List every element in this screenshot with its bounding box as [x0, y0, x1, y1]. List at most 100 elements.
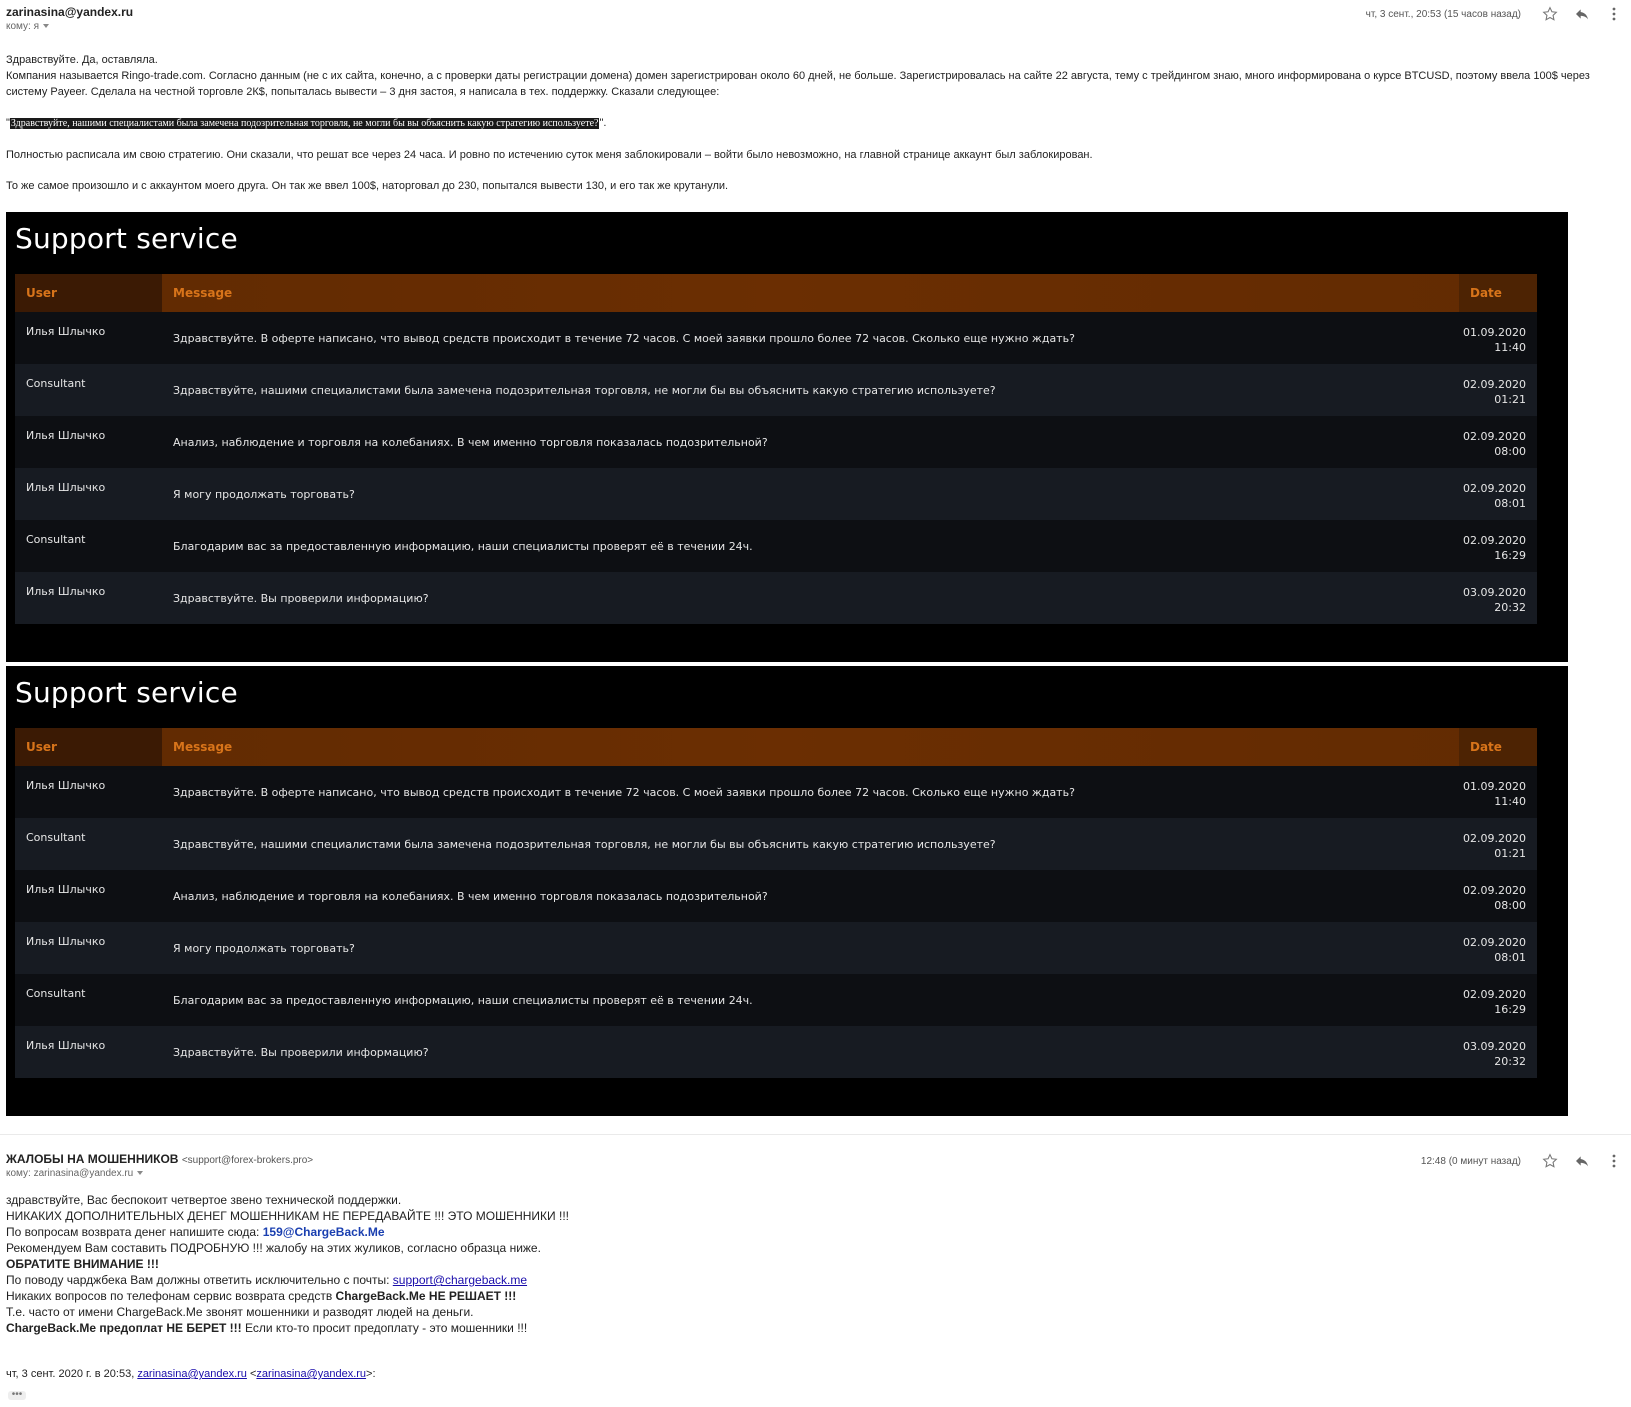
column-header-user: User [15, 728, 162, 766]
support-table-header: User Message Date [15, 728, 1537, 766]
row-message: Здравствуйте. Вы проверили информацию? [173, 1046, 429, 1059]
row-message: Анализ, наблюдение и торговля на колебан… [173, 890, 768, 903]
column-header-user: User [15, 274, 162, 312]
star-icon[interactable] [1541, 1152, 1559, 1170]
email2-text: Если кто-то просит предоплату - это моше… [241, 1321, 528, 1335]
row-user: Consultant [26, 987, 86, 1000]
more-vertical-icon[interactable] [1605, 5, 1623, 23]
row-message: Здравствуйте. Вы проверили информацию? [173, 592, 429, 605]
row-date-time: 08:01 [1494, 497, 1526, 510]
chevron-down-icon[interactable] [137, 1171, 144, 1176]
row-date: 01.09.2020 11:40 [1459, 312, 1537, 364]
table-row: Илья Шлычко Здравствуйте. В оферте напис… [15, 766, 1537, 818]
star-icon[interactable] [1541, 5, 1559, 23]
row-user: Илья Шлычко [26, 935, 106, 948]
support-email-link[interactable]: support@chargeback.me [393, 1273, 527, 1287]
email2-body: здравствуйте, Вас беспокоит четвертое зв… [6, 1192, 1621, 1336]
row-date-time: 20:32 [1494, 1055, 1526, 1068]
email2-line: Никаких вопросов по телефонам сервис воз… [6, 1288, 1621, 1304]
email1-paragraph-3: То же самое произошло и с аккаунтом моег… [6, 180, 729, 192]
row-date-day: 02.09.2020 [1463, 884, 1526, 897]
row-date-time: 01:21 [1494, 847, 1526, 860]
table-row: Илья Шлычко Анализ, наблюдение и торговл… [15, 870, 1537, 922]
row-date-day: 02.09.2020 [1463, 832, 1526, 845]
email2-recipient[interactable]: кому: zarinasina@yandex.ru [6, 1168, 1623, 1179]
quote-sender-link[interactable]: zarinasina@yandex.ru [137, 1368, 247, 1380]
row-message: Анализ, наблюдение и торговля на колебан… [173, 436, 768, 449]
email2-line: По вопросам возврата денег напишите сюда… [6, 1224, 1621, 1240]
row-user: Илья Шлычко [26, 325, 106, 338]
table-row: Илья Шлычко Здравствуйте. Вы проверили и… [15, 572, 1537, 624]
row-date-time: 08:00 [1494, 899, 1526, 912]
quote-sender-link[interactable]: zarinasina@yandex.ru [256, 1368, 366, 1380]
email2-text: Никаких вопросов по телефонам сервис воз… [6, 1289, 336, 1303]
table-row: Илья Шлычко Здравствуйте. В оферте напис… [15, 312, 1537, 364]
row-user: Илья Шлычко [26, 585, 106, 598]
row-date-day: 01.09.2020 [1463, 780, 1526, 793]
row-message: Я могу продолжать торговать? [173, 942, 355, 955]
email2-sender[interactable]: ЖАЛОБЫ НА МОШЕННИКОВ <support@forex-brok… [6, 1152, 1623, 1166]
email1-header: zarinasina@yandex.ru кому: я чт, 3 сент.… [6, 5, 1623, 32]
email1-quote-line: "Здравствуйте, нашими специалистами была… [6, 115, 1621, 132]
row-date-time: 16:29 [1494, 1003, 1526, 1016]
chargeback-email[interactable]: 159@ChargeBack.Me [263, 1225, 385, 1239]
row-date: 02.09.2020 01:21 [1459, 818, 1537, 870]
support-screenshot-1: Support service User Message Date Илья Ш… [6, 212, 1568, 662]
email2-line: ОБРАТИТЕ ВНИМАНИЕ !!! [6, 1257, 159, 1271]
reply-icon[interactable] [1573, 5, 1591, 23]
message-divider [0, 1134, 1631, 1135]
email1-date: чт, 3 сент., 20:53 (15 часов назад) [1365, 8, 1521, 20]
show-trimmed-content-button[interactable]: ••• [8, 1390, 26, 1400]
row-message: Я могу продолжать торговать? [173, 488, 355, 501]
email2-line: По поводу чарджбека Вам должны ответить … [6, 1272, 1621, 1288]
email1-paragraph: Компания называется Ringo-trade.com. Сог… [6, 70, 1590, 98]
table-row: Consultant Благодарим вас за предоставле… [15, 520, 1537, 572]
support-table-header: User Message Date [15, 274, 1537, 312]
email2-header: ЖАЛОБЫ НА МОШЕННИКОВ <support@forex-brok… [6, 1152, 1623, 1179]
row-message: Здравствуйте. В оферте написано, что выв… [173, 332, 1075, 345]
column-header-message: Message [173, 740, 233, 754]
support-title: Support service [15, 222, 238, 255]
email1-quote-highlight: Здравствуйте, нашими специалистами была … [9, 118, 600, 129]
email2-bold-text: ChargeBack.Me НЕ РЕШАЕТ !!! [335, 1289, 517, 1303]
row-date-time: 11:40 [1494, 795, 1526, 808]
email2-sender-email: <support@forex-brokers.pro> [181, 1155, 314, 1166]
email1-greeting: Здравствуйте. Да, оставляла. [6, 54, 158, 66]
row-date-day: 02.09.2020 [1463, 378, 1526, 391]
row-date: 03.09.2020 20:32 [1459, 572, 1537, 624]
row-message: Здравствуйте. В оферте написано, что выв… [173, 786, 1075, 799]
row-date: 02.09.2020 08:00 [1459, 416, 1537, 468]
email2-line: ChargeBack.Me предоплат НЕ БЕРЕТ !!! Есл… [6, 1320, 1621, 1336]
row-date-day: 02.09.2020 [1463, 936, 1526, 949]
row-date: 02.09.2020 16:29 [1459, 520, 1537, 572]
row-date-time: 11:40 [1494, 341, 1526, 354]
table-row: Илья Шлычко Я могу продолжать торговать?… [15, 922, 1537, 974]
row-date-day: 03.09.2020 [1463, 1040, 1526, 1053]
quote-mark: ". [599, 117, 607, 129]
row-message: Благодарим вас за предоставленную информ… [173, 994, 753, 1007]
support-table: User Message Date Илья Шлычко Здравствуй… [15, 728, 1537, 1078]
chevron-down-icon[interactable] [43, 24, 50, 29]
row-date: 01.09.2020 11:40 [1459, 766, 1537, 818]
quote-text: >: [366, 1368, 376, 1380]
email2-actions: 12:48 (0 минут назад) [1421, 1152, 1623, 1170]
row-user: Илья Шлычко [26, 779, 106, 792]
email1-paragraph-2: Полностью расписала им свою стратегию. О… [6, 149, 1093, 161]
row-date-day: 01.09.2020 [1463, 326, 1526, 339]
reply-icon[interactable] [1573, 1152, 1591, 1170]
row-date-day: 03.09.2020 [1463, 586, 1526, 599]
table-row: Consultant Здравствуйте, нашими специали… [15, 364, 1537, 416]
row-date-time: 16:29 [1494, 549, 1526, 562]
table-row: Consultant Здравствуйте, нашими специали… [15, 818, 1537, 870]
row-date-time: 08:01 [1494, 951, 1526, 964]
support-title: Support service [15, 676, 238, 709]
more-vertical-icon[interactable] [1605, 1152, 1623, 1170]
row-date-time: 01:21 [1494, 393, 1526, 406]
email2-quote-header: чт, 3 сент. 2020 г. в 20:53, zarinasina@… [6, 1366, 1621, 1382]
table-row: Consultant Благодарим вас за предоставле… [15, 974, 1537, 1026]
row-message: Благодарим вас за предоставленную информ… [173, 540, 753, 553]
row-date: 02.09.2020 08:01 [1459, 468, 1537, 520]
email2-text: По поводу чарджбека Вам должны ответить … [6, 1273, 393, 1287]
row-user: Илья Шлычко [26, 429, 106, 442]
quote-date: чт, 3 сент. 2020 г. в 20:53, [6, 1368, 138, 1380]
